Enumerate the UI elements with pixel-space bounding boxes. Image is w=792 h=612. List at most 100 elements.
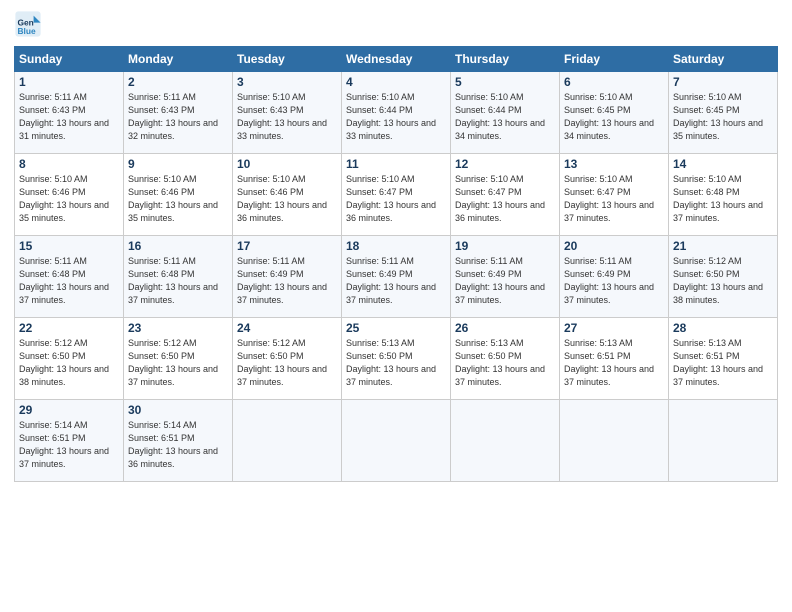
logo-icon: Gen Blue — [14, 10, 42, 38]
day-number: 24 — [237, 321, 337, 335]
day-info: Sunrise: 5:13 AMSunset: 6:51 PMDaylight:… — [673, 337, 773, 389]
calendar-day-7: 7 Sunrise: 5:10 AMSunset: 6:45 PMDaylight… — [669, 72, 778, 154]
day-info: Sunrise: 5:10 AMSunset: 6:46 PMDaylight:… — [19, 173, 119, 225]
day-info: Sunrise: 5:13 AMSunset: 6:50 PMDaylight:… — [455, 337, 555, 389]
day-info: Sunrise: 5:10 AMSunset: 6:47 PMDaylight:… — [455, 173, 555, 225]
day-number: 6 — [564, 75, 664, 89]
calendar-week-5: 29 Sunrise: 5:14 AMSunset: 6:51 PMDayligh… — [15, 400, 778, 482]
calendar-day-4: 4 Sunrise: 5:10 AMSunset: 6:44 PMDaylight… — [342, 72, 451, 154]
day-number: 27 — [564, 321, 664, 335]
calendar-day-1: 1 Sunrise: 5:11 AMSunset: 6:43 PMDaylight… — [15, 72, 124, 154]
calendar-day-22: 22Sunrise: 5:12 AMSunset: 6:50 PMDayligh… — [15, 318, 124, 400]
day-info: Sunrise: 5:10 AMSunset: 6:48 PMDaylight:… — [673, 173, 773, 225]
calendar-week-2: 8 Sunrise: 5:10 AMSunset: 6:46 PMDaylight… — [15, 154, 778, 236]
calendar-day-28: 28 Sunrise: 5:13 AMSunset: 6:51 PMDayligh… — [669, 318, 778, 400]
weekday-header-row: SundayMondayTuesdayWednesdayThursdayFrid… — [15, 47, 778, 72]
day-info: Sunrise: 5:13 AMSunset: 6:50 PMDaylight:… — [346, 337, 446, 389]
calendar-day-12: 12 Sunrise: 5:10 AMSunset: 6:47 PMDayligh… — [451, 154, 560, 236]
day-info: Sunrise: 5:11 AMSunset: 6:49 PMDaylight:… — [346, 255, 446, 307]
day-number: 15 — [19, 239, 119, 253]
weekday-monday: Monday — [124, 47, 233, 72]
calendar-day-10: 10Sunrise: 5:10 AMSunset: 6:46 PMDayligh… — [233, 154, 342, 236]
day-number: 3 — [237, 75, 337, 89]
calendar-week-4: 22Sunrise: 5:12 AMSunset: 6:50 PMDayligh… — [15, 318, 778, 400]
calendar-day-6: 6 Sunrise: 5:10 AMSunset: 6:45 PMDaylight… — [560, 72, 669, 154]
day-info: Sunrise: 5:11 AMSunset: 6:49 PMDaylight:… — [455, 255, 555, 307]
day-number: 1 — [19, 75, 119, 89]
calendar-day-19: 19 Sunrise: 5:11 AMSunset: 6:49 PMDayligh… — [451, 236, 560, 318]
calendar-day-23: 23 Sunrise: 5:12 AMSunset: 6:50 PMDayligh… — [124, 318, 233, 400]
day-number: 14 — [673, 157, 773, 171]
day-info: Sunrise: 5:11 AMSunset: 6:43 PMDaylight:… — [128, 91, 228, 143]
day-number: 28 — [673, 321, 773, 335]
calendar-day-2: 2 Sunrise: 5:11 AMSunset: 6:43 PMDaylight… — [124, 72, 233, 154]
day-number: 16 — [128, 239, 228, 253]
day-number: 2 — [128, 75, 228, 89]
calendar-day-20: 20Sunrise: 5:11 AMSunset: 6:49 PMDayligh… — [560, 236, 669, 318]
day-number: 19 — [455, 239, 555, 253]
day-info: Sunrise: 5:11 AMSunset: 6:48 PMDaylight:… — [19, 255, 119, 307]
day-number: 7 — [673, 75, 773, 89]
calendar-day-16: 16Sunrise: 5:11 AMSunset: 6:48 PMDayligh… — [124, 236, 233, 318]
day-info: Sunrise: 5:12 AMSunset: 6:50 PMDaylight:… — [673, 255, 773, 307]
day-number: 9 — [128, 157, 228, 171]
calendar-day-3: 3 Sunrise: 5:10 AMSunset: 6:43 PMDaylight… — [233, 72, 342, 154]
day-number: 10 — [237, 157, 337, 171]
svg-text:Blue: Blue — [18, 26, 36, 36]
calendar-day-25: 25Sunrise: 5:13 AMSunset: 6:50 PMDayligh… — [342, 318, 451, 400]
day-info: Sunrise: 5:10 AMSunset: 6:45 PMDaylight:… — [564, 91, 664, 143]
day-info: Sunrise: 5:10 AMSunset: 6:46 PMDaylight:… — [128, 173, 228, 225]
empty-day — [233, 400, 342, 482]
day-info: Sunrise: 5:10 AMSunset: 6:47 PMDaylight:… — [346, 173, 446, 225]
calendar-day-30: 30 Sunrise: 5:14 AMSunset: 6:51 PMDayligh… — [124, 400, 233, 482]
day-info: Sunrise: 5:11 AMSunset: 6:43 PMDaylight:… — [19, 91, 119, 143]
calendar-day-11: 11 Sunrise: 5:10 AMSunset: 6:47 PMDayligh… — [342, 154, 451, 236]
weekday-thursday: Thursday — [451, 47, 560, 72]
day-info: Sunrise: 5:12 AMSunset: 6:50 PMDaylight:… — [19, 337, 119, 389]
day-number: 21 — [673, 239, 773, 253]
day-info: Sunrise: 5:14 AMSunset: 6:51 PMDaylight:… — [19, 419, 119, 471]
calendar-day-18: 18 Sunrise: 5:11 AMSunset: 6:49 PMDayligh… — [342, 236, 451, 318]
weekday-wednesday: Wednesday — [342, 47, 451, 72]
day-number: 30 — [128, 403, 228, 417]
calendar-day-9: 9 Sunrise: 5:10 AMSunset: 6:46 PMDaylight… — [124, 154, 233, 236]
day-number: 12 — [455, 157, 555, 171]
weekday-friday: Friday — [560, 47, 669, 72]
empty-day — [451, 400, 560, 482]
day-number: 11 — [346, 157, 446, 171]
header: Gen Blue — [14, 10, 778, 38]
day-info: Sunrise: 5:11 AMSunset: 6:49 PMDaylight:… — [237, 255, 337, 307]
calendar-day-8: 8 Sunrise: 5:10 AMSunset: 6:46 PMDaylight… — [15, 154, 124, 236]
day-info: Sunrise: 5:10 AMSunset: 6:44 PMDaylight:… — [346, 91, 446, 143]
calendar-day-27: 27 Sunrise: 5:13 AMSunset: 6:51 PMDayligh… — [560, 318, 669, 400]
calendar-day-24: 24Sunrise: 5:12 AMSunset: 6:50 PMDayligh… — [233, 318, 342, 400]
day-number: 17 — [237, 239, 337, 253]
day-number: 5 — [455, 75, 555, 89]
day-info: Sunrise: 5:13 AMSunset: 6:51 PMDaylight:… — [564, 337, 664, 389]
calendar-day-15: 15 Sunrise: 5:11 AMSunset: 6:48 PMDayligh… — [15, 236, 124, 318]
empty-day — [560, 400, 669, 482]
logo: Gen Blue — [14, 10, 46, 38]
calendar-week-1: 1 Sunrise: 5:11 AMSunset: 6:43 PMDaylight… — [15, 72, 778, 154]
day-number: 13 — [564, 157, 664, 171]
day-info: Sunrise: 5:10 AMSunset: 6:45 PMDaylight:… — [673, 91, 773, 143]
day-info: Sunrise: 5:11 AMSunset: 6:49 PMDaylight:… — [564, 255, 664, 307]
day-info: Sunrise: 5:12 AMSunset: 6:50 PMDaylight:… — [128, 337, 228, 389]
day-info: Sunrise: 5:10 AMSunset: 6:43 PMDaylight:… — [237, 91, 337, 143]
calendar-day-13: 13 Sunrise: 5:10 AMSunset: 6:47 PMDayligh… — [560, 154, 669, 236]
day-number: 4 — [346, 75, 446, 89]
empty-day — [342, 400, 451, 482]
calendar-day-14: 14 Sunrise: 5:10 AMSunset: 6:48 PMDayligh… — [669, 154, 778, 236]
day-number: 18 — [346, 239, 446, 253]
day-number: 29 — [19, 403, 119, 417]
day-number: 26 — [455, 321, 555, 335]
day-info: Sunrise: 5:10 AMSunset: 6:47 PMDaylight:… — [564, 173, 664, 225]
day-number: 23 — [128, 321, 228, 335]
weekday-tuesday: Tuesday — [233, 47, 342, 72]
calendar-table: SundayMondayTuesdayWednesdayThursdayFrid… — [14, 46, 778, 482]
day-info: Sunrise: 5:14 AMSunset: 6:51 PMDaylight:… — [128, 419, 228, 471]
empty-day — [669, 400, 778, 482]
weekday-sunday: Sunday — [15, 47, 124, 72]
calendar-day-21: 21 Sunrise: 5:12 AMSunset: 6:50 PMDayligh… — [669, 236, 778, 318]
day-number: 8 — [19, 157, 119, 171]
